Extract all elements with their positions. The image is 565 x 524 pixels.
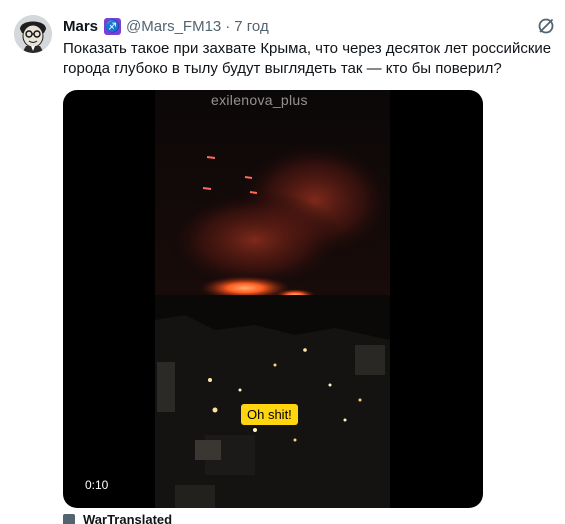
video-player[interactable]: exilenova_plus Oh shit! 0:10	[63, 90, 483, 508]
tweet[interactable]: Mars ♐ @Mars_FM13 · 7 год Показать такое…	[0, 0, 565, 524]
avatar[interactable]	[14, 15, 52, 53]
tweet-header: Mars ♐ @Mars_FM13 · 7 год	[63, 16, 269, 36]
grok-button[interactable]	[536, 16, 556, 36]
tweet-text: Показать такое при захвате Крыма, что че…	[63, 40, 552, 77]
separator-dot: ·	[225, 17, 231, 35]
video-caption: Oh shit!	[241, 404, 298, 425]
grok-icon	[538, 18, 554, 34]
author-handle[interactable]: @Mars_FM13	[126, 18, 221, 35]
video-watermark: exilenova_plus	[211, 92, 308, 108]
video-frame	[155, 90, 390, 508]
avatar-cartoon-icon	[14, 15, 52, 53]
sagittarius-badge-icon: ♐	[104, 17, 122, 35]
author-name[interactable]: Mars	[63, 18, 98, 35]
next-tweet-preview[interactable]: WarTranslated	[63, 514, 263, 524]
next-author-name: WarTranslated	[83, 514, 173, 524]
tweet-timestamp[interactable]: 7 год	[234, 18, 268, 35]
video-duration: 0:10	[77, 476, 117, 494]
retweet-icon	[63, 514, 75, 524]
